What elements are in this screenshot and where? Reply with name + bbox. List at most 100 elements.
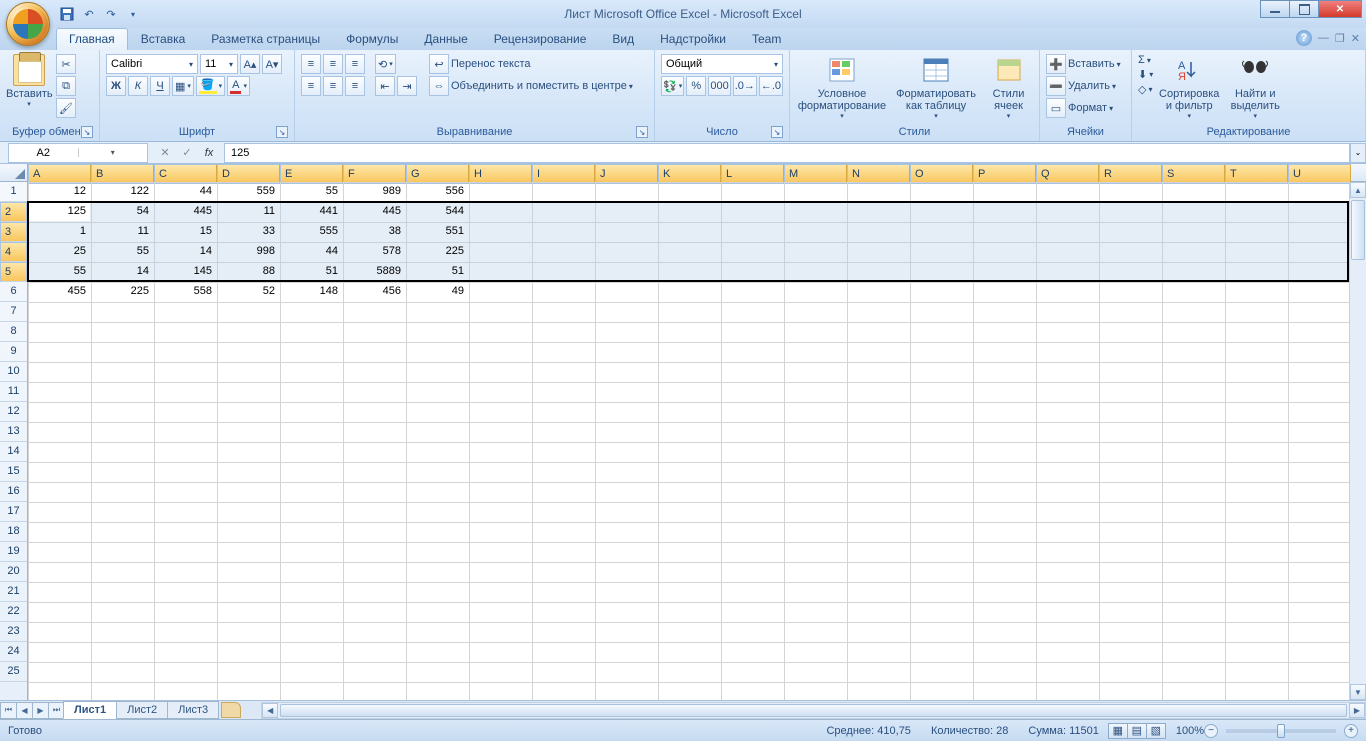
delete-cells-button[interactable]: ➖Удалить▾ — [1046, 76, 1121, 96]
cell[interactable]: 556 — [406, 182, 468, 201]
column-header[interactable]: F — [343, 164, 406, 184]
font-size-select[interactable]: 11▾ — [200, 54, 238, 74]
ribbon-tab-вставка[interactable]: Вставка — [128, 28, 199, 50]
column-header[interactable]: R — [1099, 164, 1162, 184]
minimize-ribbon-icon[interactable]: — — [1318, 32, 1329, 44]
help-icon[interactable]: ? — [1296, 30, 1312, 46]
cell[interactable]: 14 — [91, 262, 153, 281]
cell[interactable]: 11 — [91, 222, 153, 241]
zoom-out-button[interactable]: − — [1204, 724, 1218, 738]
cell[interactable]: 445 — [343, 202, 405, 221]
clipboard-launcher-icon[interactable]: ↘ — [81, 126, 93, 138]
align-bottom-icon[interactable]: ≡ — [345, 54, 365, 74]
cell[interactable]: 55 — [91, 242, 153, 261]
row-header[interactable]: 4 — [0, 242, 27, 262]
accounting-format-icon[interactable]: 💱 — [661, 76, 684, 96]
alignment-launcher-icon[interactable]: ↘ — [636, 126, 648, 138]
sheet-nav-prev-icon[interactable]: ◀ — [16, 702, 33, 719]
increase-decimal-icon[interactable]: .0→ — [733, 76, 757, 96]
column-header[interactable]: S — [1162, 164, 1225, 184]
cancel-formula-icon[interactable]: ✕ — [154, 144, 176, 162]
minimize-button[interactable] — [1260, 0, 1290, 18]
font-color-button[interactable]: A — [227, 76, 250, 96]
row-header[interactable]: 18 — [0, 522, 27, 542]
cell[interactable]: 44 — [154, 182, 216, 201]
save-icon[interactable] — [58, 5, 76, 23]
close-workbook-icon[interactable]: ✕ — [1351, 32, 1360, 45]
merge-center-button[interactable]: ⇔Объединить и поместить в центре▾ — [429, 76, 633, 96]
scroll-up-icon[interactable]: ▲ — [1350, 182, 1366, 198]
decrease-decimal-icon[interactable]: ←.0 — [759, 76, 783, 96]
row-header[interactable]: 9 — [0, 342, 27, 362]
ribbon-tab-формулы[interactable]: Формулы — [333, 28, 411, 50]
scroll-right-icon[interactable]: ▶ — [1349, 703, 1365, 718]
undo-icon[interactable]: ↶ — [80, 5, 98, 23]
fill-color-button[interactable]: 🪣 — [196, 76, 225, 96]
cell[interactable]: 125 — [28, 202, 90, 221]
scroll-left-icon[interactable]: ◀ — [262, 703, 278, 718]
row-header[interactable]: 7 — [0, 302, 27, 322]
row-header[interactable]: 22 — [0, 602, 27, 622]
new-sheet-button[interactable] — [221, 702, 241, 718]
cell[interactable]: 578 — [343, 242, 405, 261]
cell[interactable]: 25 — [28, 242, 90, 261]
wrap-text-button[interactable]: ↩Перенос текста — [429, 54, 633, 74]
column-header[interactable]: J — [595, 164, 658, 184]
cell[interactable]: 49 — [406, 282, 468, 301]
font-launcher-icon[interactable]: ↘ — [276, 126, 288, 138]
cell[interactable]: 456 — [343, 282, 405, 301]
format-cells-button[interactable]: ▭Формат▾ — [1046, 98, 1121, 118]
scroll-down-icon[interactable]: ▼ — [1350, 684, 1366, 700]
cell[interactable]: 989 — [343, 182, 405, 201]
autosum-button[interactable]: Σ▾ — [1138, 54, 1153, 66]
find-select-button[interactable]: Найти и выделить▾ — [1225, 54, 1285, 120]
column-header[interactable]: C — [154, 164, 217, 184]
sheet-nav-first-icon[interactable]: ⏮ — [0, 702, 17, 719]
cell[interactable]: 51 — [280, 262, 342, 281]
row-header[interactable]: 21 — [0, 582, 27, 602]
cell[interactable]: 1 — [28, 222, 90, 241]
underline-button[interactable]: Ч — [150, 76, 170, 96]
cell[interactable]: 225 — [91, 282, 153, 301]
column-header[interactable]: P — [973, 164, 1036, 184]
cell[interactable]: 145 — [154, 262, 216, 281]
cell[interactable]: 54 — [91, 202, 153, 221]
row-header[interactable]: 6 — [0, 282, 27, 302]
row-header[interactable]: 2 — [0, 202, 27, 222]
row-header[interactable]: 17 — [0, 502, 27, 522]
cell[interactable]: 122 — [91, 182, 153, 201]
decrease-indent-icon[interactable]: ⇤ — [375, 76, 395, 96]
row-header[interactable]: 1 — [0, 182, 27, 202]
row-header[interactable]: 12 — [0, 402, 27, 422]
page-break-view-icon[interactable]: ▧ — [1146, 723, 1166, 739]
comma-format-icon[interactable]: 000 — [708, 76, 730, 96]
page-layout-view-icon[interactable]: ▤ — [1127, 723, 1147, 739]
cut-icon[interactable]: ✂ — [56, 54, 76, 74]
row-header[interactable]: 8 — [0, 322, 27, 342]
cell[interactable]: 33 — [217, 222, 279, 241]
column-header[interactable]: T — [1225, 164, 1288, 184]
cell[interactable]: 88 — [217, 262, 279, 281]
row-header[interactable]: 3 — [0, 222, 27, 242]
align-right-icon[interactable]: ≡ — [345, 76, 365, 96]
row-header[interactable]: 19 — [0, 542, 27, 562]
row-header[interactable]: 23 — [0, 622, 27, 642]
cell[interactable]: 44 — [280, 242, 342, 261]
format-painter-icon[interactable]: 🖌 — [56, 98, 76, 118]
select-all-corner[interactable] — [0, 164, 28, 181]
column-header[interactable]: Q — [1036, 164, 1099, 184]
cell[interactable]: 55 — [280, 182, 342, 201]
shrink-font-icon[interactable]: A▾ — [262, 54, 282, 74]
paste-button[interactable]: Вставить ▾ — [6, 54, 52, 108]
close-button[interactable]: ✕ — [1318, 0, 1362, 18]
zoom-level[interactable]: 100% — [1176, 725, 1204, 737]
cell[interactable]: 455 — [28, 282, 90, 301]
sheet-tab[interactable]: Лист3 — [167, 701, 219, 719]
number-launcher-icon[interactable]: ↘ — [771, 126, 783, 138]
vertical-scroll-thumb[interactable] — [1351, 200, 1365, 260]
row-header[interactable]: 14 — [0, 442, 27, 462]
cell[interactable]: 551 — [406, 222, 468, 241]
font-name-select[interactable]: Calibri▾ — [106, 54, 198, 74]
orientation-icon[interactable]: ⟲ — [375, 54, 396, 74]
cell[interactable]: 55 — [28, 262, 90, 281]
